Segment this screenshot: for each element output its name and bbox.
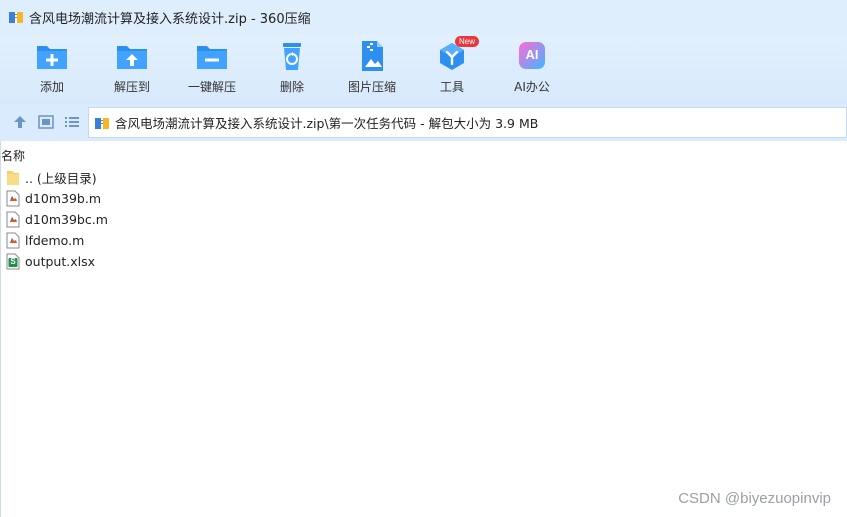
tools-icon: New: [435, 36, 480, 72]
ai-office-label: AI办公: [514, 80, 550, 94]
window-title: 含风电场潮流计算及接入系统设计.zip - 360压缩: [29, 11, 311, 27]
list-item-name: .. (上级目录): [25, 171, 97, 186]
ai-icon-text: AI: [525, 47, 539, 62]
navigation-bar: 含风电场潮流计算及接入系统设计.zip\第一次任务代码 - 解包大小为 3.9 …: [0, 104, 847, 141]
excel-icon-letter: S: [10, 257, 16, 266]
extract-to-label: 解压到: [113, 80, 150, 94]
matlab-file-icon: [6, 211, 20, 228]
ai-office-icon: AI: [515, 40, 549, 72]
list-item[interactable]: d10m39bc.m: [6, 209, 108, 230]
list-item-name: lfdemo.m: [25, 233, 85, 248]
zip-archive-icon: [94, 115, 110, 131]
add-folder-icon: [35, 40, 69, 72]
list-item[interactable]: .. (上级目录): [6, 167, 97, 188]
tools-button[interactable]: New 工具: [412, 36, 492, 100]
image-compress-icon: [355, 40, 389, 72]
zip-archive-icon: [8, 9, 24, 25]
excel-file-icon: S: [6, 253, 20, 270]
one-click-extract-label: 一键解压: [187, 80, 236, 94]
main-toolbar: 添加 解压到 一键解压 删除 图片压缩 New 工具 AI AI办公: [0, 34, 847, 104]
folder-icon: [6, 169, 20, 186]
new-badge: New: [455, 36, 480, 47]
list-item[interactable]: S output.xlsx: [6, 251, 95, 272]
up-arrow-icon[interactable]: [11, 113, 29, 131]
matlab-file-icon: [6, 190, 20, 207]
address-path: 含风电场潮流计算及接入系统设计.zip\第一次任务代码 - 解包大小为 3.9 …: [115, 116, 539, 131]
one-click-extract-icon: [195, 40, 229, 72]
matlab-file-icon: [6, 232, 20, 249]
address-bar[interactable]: 含风电场潮流计算及接入系统设计.zip\第一次任务代码 - 解包大小为 3.9 …: [88, 107, 847, 138]
thumbnail-view-icon[interactable]: [37, 113, 55, 131]
delete-button[interactable]: 删除: [252, 40, 332, 100]
list-item-name: d10m39bc.m: [25, 212, 108, 227]
image-compress-button[interactable]: 图片压缩: [332, 40, 412, 100]
add-button[interactable]: 添加: [12, 40, 92, 100]
delete-label: 删除: [279, 80, 304, 94]
image-compress-label: 图片压缩: [347, 80, 396, 94]
recycle-bin-icon: [275, 40, 309, 72]
list-item[interactable]: d10m39b.m: [6, 188, 101, 209]
list-view-icon[interactable]: [63, 113, 81, 131]
list-item-name: d10m39b.m: [25, 191, 102, 206]
one-click-extract-button[interactable]: 一键解压: [172, 40, 252, 100]
tools-label: 工具: [439, 80, 464, 94]
list-item[interactable]: lfdemo.m: [6, 230, 84, 251]
file-list: 名称 .. (上级目录) d10m39b.m d10m39bc.m lfdemo…: [0, 141, 847, 517]
column-header-name[interactable]: 名称: [1, 147, 25, 164]
title-bar: 含风电场潮流计算及接入系统设计.zip - 360压缩: [0, 0, 847, 34]
extract-to-button[interactable]: 解压到: [92, 40, 172, 100]
list-item-name: output.xlsx: [25, 254, 95, 269]
watermark: CSDN @biyezuopinvip: [678, 490, 831, 507]
ai-office-button[interactable]: AI AI办公: [492, 40, 572, 100]
add-label: 添加: [39, 80, 64, 94]
extract-to-icon: [115, 40, 149, 72]
